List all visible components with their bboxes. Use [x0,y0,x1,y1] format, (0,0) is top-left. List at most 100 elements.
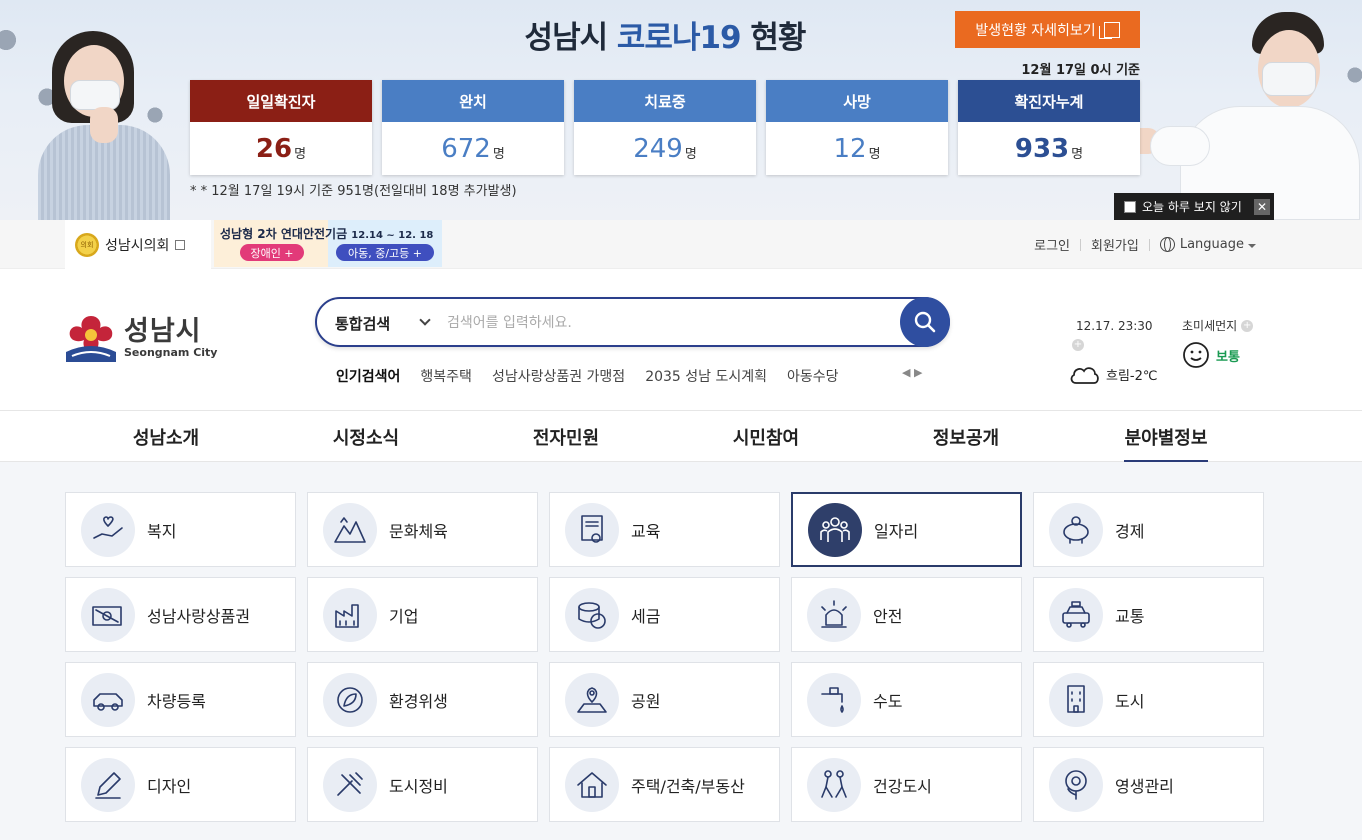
popular-keyword[interactable]: 아동수당 [787,366,839,386]
stat-value: 249 [633,133,683,164]
field-card-label: 공원 [631,691,661,711]
field-card-label: 영생관리 [1115,776,1174,796]
search-button[interactable] [900,297,950,347]
popular-keyword[interactable]: 성남사랑상품권 가맹점 [492,366,625,386]
field-card-20[interactable]: 영생관리 [1033,747,1264,822]
divider [1148,238,1150,251]
weather-text: 흐림-2℃ [1106,368,1158,384]
stat-label: 일일확진자 [190,80,372,122]
stat-unit: 명 [868,147,881,162]
field-card-4[interactable]: 일자리 [791,492,1022,567]
covid-detail-label: 발생현황 자세히보기 [975,22,1096,39]
field-card-label: 디자인 [147,776,192,796]
factory-icon [323,587,377,642]
siren-icon [807,587,861,642]
field-card-19[interactable]: 건강도시 [791,747,1022,822]
field-card-5[interactable]: 경제 [1033,492,1264,567]
cloud-icon [1070,367,1099,384]
search-input[interactable] [447,310,887,336]
coins-icon [565,587,619,642]
stat-unit: 명 [294,147,307,162]
field-card-7[interactable]: 기업 [307,577,538,652]
plus-icon[interactable]: + [1241,319,1254,332]
main-nav: 성남소개 시정소식 전자민원 시민참여 정보공개 분야별정보 [0,410,1362,469]
popular-keyword[interactable]: 행복주택 [420,366,472,386]
field-card-12[interactable]: 환경위생 [307,662,538,737]
stat-unit: 명 [684,147,697,162]
field-card-9[interactable]: 안전 [791,577,1022,652]
certificate-icon [565,502,619,557]
plus-icon[interactable]: + [1072,338,1084,351]
people-icon [808,502,862,557]
field-card-label: 교통 [1115,606,1145,626]
popular-keywords: 인기검색어 행복주택 성남사랑상품권 가맹점 2035 성남 도시계획 아동수당 [336,366,906,386]
field-card-14[interactable]: 수도 [791,662,1022,737]
popular-keyword[interactable]: 2035 성남 도시계획 [645,366,767,386]
voucher-icon [81,587,135,642]
field-card-label: 기업 [389,606,419,626]
nav-disclosure[interactable]: 정보공개 [866,411,1066,463]
field-card-10[interactable]: 교통 [1033,577,1264,652]
nav-field-info[interactable]: 분야별정보 [1066,411,1266,469]
field-card-1[interactable]: 복지 [65,492,296,567]
hide-today-checkbox[interactable] [1124,200,1136,213]
site-logo[interactable]: 성남시 Seongnam City [64,312,217,364]
covid-note: * * 12월 17일 19시 기준 951명(전일대비 18명 추가발생) [190,184,517,199]
stat-unit: 명 [1071,147,1084,162]
stat-value: 12 [833,133,867,164]
close-icon[interactable]: ✕ [1254,198,1270,215]
stat-recovered: 완치 672 명 [382,80,564,175]
field-card-15[interactable]: 도시 [1033,662,1264,737]
field-card-11[interactable]: 차량등록 [65,662,296,737]
logo-english: Seongnam City [124,346,218,359]
stat-total-cases: 확진자누계 933 명 [958,80,1140,175]
nav-civil-service[interactable]: 전자민원 [466,411,666,463]
login-link[interactable]: 로그인 [1034,235,1070,254]
hide-today-toggle[interactable]: 오늘 하루 보지 않기 ✕ [1114,193,1274,220]
stat-daily-cases: 일일확진자 26 명 [190,80,372,175]
stat-value: 672 [441,133,491,164]
nav-about[interactable]: 성남소개 [66,411,266,463]
field-card-18[interactable]: 주택/건축/부동산 [549,747,780,822]
field-card-16[interactable]: 디자인 [65,747,296,822]
signup-link[interactable]: 회원가입 [1091,235,1139,254]
field-card-13[interactable]: 공원 [549,662,780,737]
weather-time: 12.17. 23:30 [1076,319,1153,333]
field-card-label: 문화체육 [389,521,448,541]
divider [1080,238,1081,251]
stat-label: 치료중 [574,80,756,122]
field-card-3[interactable]: 교육 [549,492,780,567]
pen-icon [81,757,135,812]
council-link[interactable]: 의회 성남시의회 [65,220,211,269]
promo-children-button[interactable]: 아동, 중/고등 + [336,244,434,261]
search-icon [914,311,936,333]
weather-widget: 12.17. 23:30 + 흐림-2℃ [1068,315,1168,385]
field-card-label: 주택/건축/부동산 [631,776,745,796]
promo-disabled-button[interactable]: 장애인 + [240,244,304,261]
stat-label: 사망 [766,80,948,122]
field-card-label: 건강도시 [873,776,932,796]
field-card-8[interactable]: 세금 [549,577,780,652]
field-card-6[interactable]: 성남사랑상품권 [65,577,296,652]
nav-participation[interactable]: 시민참여 [666,411,866,463]
faucet-icon [807,672,861,727]
fine-dust-widget: 초미세먼지 + 보통 [1182,315,1272,369]
search-scope-select[interactable]: 통합검색 [335,313,390,334]
covid-detail-button[interactable]: 발생현황 자세히보기 [955,11,1140,48]
field-card-label: 복지 [147,521,177,541]
nav-news[interactable]: 시정소식 [266,411,466,463]
new-window-icon [1098,21,1120,39]
field-card-2[interactable]: 문화체육 [307,492,538,567]
field-card-label: 교육 [631,521,661,541]
field-card-17[interactable]: 도시정비 [307,747,538,822]
dust-title: 초미세먼지 [1182,319,1238,333]
field-card-label: 세금 [631,606,661,626]
keyword-arrows[interactable]: ◀ ▶ [902,366,922,379]
chevron-down-icon[interactable] [419,314,431,326]
field-card-label: 도시 [1115,691,1145,711]
language-select[interactable]: Language [1180,237,1244,252]
mountain-icon [323,502,377,557]
account-links: 로그인 회원가입 Language [1034,220,1256,269]
promo-banner[interactable]: 성남형 2차 연대안전기금 12.14 ~ 12. 18 장애인 + 아동, 중… [214,220,442,267]
flower-icon [1049,757,1103,812]
